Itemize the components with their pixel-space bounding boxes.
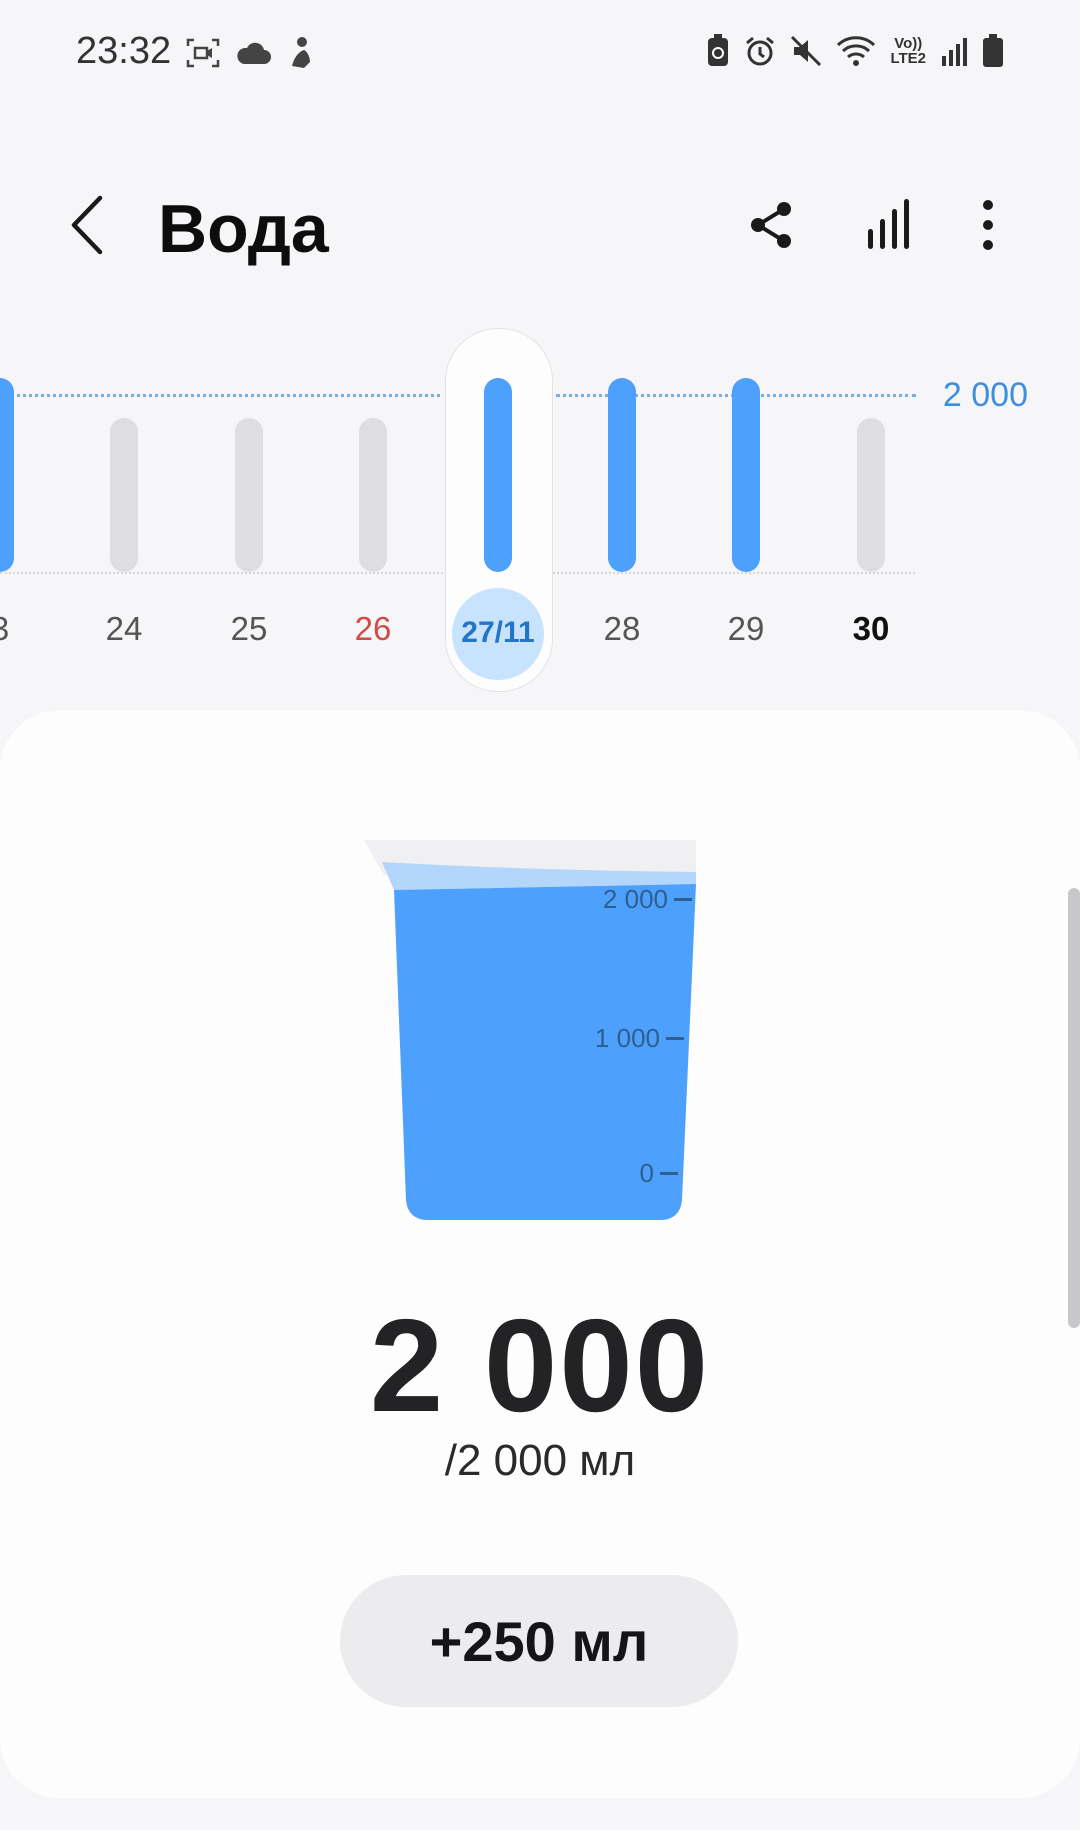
day-bar[interactable] [359,418,387,572]
screen-record-icon [186,38,220,68]
volte-bottom: LTE2 [890,50,926,67]
water-goal-text: /2 000 мл [444,1436,636,1485]
water-amount-value: 2 000 [369,1292,711,1439]
status-left-icons [186,36,316,70]
day-bar[interactable] [0,378,14,572]
glass-scale-1000: 1 000 [595,1023,684,1054]
signal-icon [940,36,968,66]
goal-line [0,394,440,397]
mute-icon [790,35,822,67]
day-label[interactable]: 29 [696,610,796,648]
alarm-icon [744,35,776,67]
page-title: Вода [158,191,329,267]
water-card: 2 000 1 000 0 2 000 /2 000 мл +250 мл [0,710,1080,1798]
status-bar: 23:32 Vo)) LTE2 [0,0,1080,110]
stats-icon [868,199,909,249]
day-bar[interactable] [608,378,636,572]
water-glass: 2 000 1 000 0 [362,840,702,1220]
day-bar[interactable] [110,418,138,572]
glass-scale-tick [660,1172,678,1175]
day-label[interactable]: 28 [572,610,672,648]
goal-value-label: 2 000 [942,376,1028,414]
day-label[interactable]: 27/11 [448,616,548,650]
glass-scale-2000: 2 000 [603,884,692,915]
share-icon [751,202,791,248]
wifi-icon [836,35,876,67]
more-icon [983,200,993,250]
add-250ml-button[interactable]: +250 мл [340,1575,738,1707]
day-label[interactable]: 24 [74,610,174,648]
glass-scale-0: 0 [640,1158,678,1189]
battery-icon [982,34,1004,68]
day-label[interactable]: 26 [323,610,423,648]
week-chart: 2 000 3 24 25 26 27/11 28 29 30 [0,320,1080,700]
app-header: Вода [0,150,1080,310]
share-button[interactable] [742,195,802,255]
fitness-person-icon [286,36,316,70]
glass-scale-tick [666,1037,684,1040]
day-label[interactable]: 30 [821,610,921,648]
glass-scale-tick [674,898,692,901]
glass-scale-label: 2 000 [602,884,668,914]
day-bar[interactable] [857,418,885,572]
glass-scale-label: 0 [639,1158,654,1188]
volte-icon: Vo)) LTE2 [890,36,926,66]
chevron-left-icon [71,195,103,255]
status-time: 23:32 [76,30,172,72]
day-bar[interactable] [732,378,760,572]
more-options-button[interactable] [958,195,1018,255]
battery-saver-icon [706,34,730,68]
day-bar[interactable] [235,418,263,572]
day-label[interactable]: 3 [0,610,50,648]
scrollbar-thumb[interactable] [1068,888,1080,1328]
cloud-icon [234,40,272,66]
status-right-icons: Vo)) LTE2 [706,34,1004,68]
volte-top: Vo)) [894,35,923,52]
day-label[interactable]: 25 [199,610,299,648]
day-bar[interactable] [484,378,512,572]
stats-button[interactable] [858,195,918,255]
back-button[interactable] [60,190,120,260]
glass-scale-label: 1 000 [594,1023,660,1053]
